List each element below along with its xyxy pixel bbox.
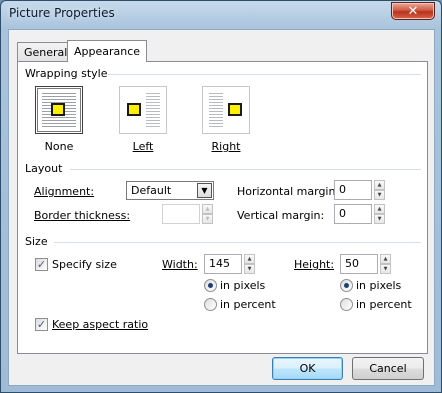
- size-label: Size: [25, 235, 52, 248]
- height-in-percent-label: in percent: [356, 298, 412, 311]
- border-thickness-input[interactable]: [162, 204, 200, 224]
- alignment-label: Alignment:: [34, 185, 95, 198]
- spin-up-icon[interactable]: ▲: [374, 180, 385, 190]
- spin-down-icon[interactable]: ▼: [380, 264, 391, 274]
- spin-up-icon[interactable]: ▲: [244, 254, 255, 264]
- width-input[interactable]: 145: [204, 254, 242, 274]
- alignment-value: Default: [131, 184, 172, 197]
- spin-down-icon[interactable]: ▼: [374, 190, 385, 200]
- height-in-pixels-label: in pixels: [356, 279, 402, 292]
- appearance-panel: Wrapping style None Left Right Layout Al…: [17, 61, 428, 354]
- wrapping-divider: [108, 74, 421, 75]
- wrap-none-label: None: [44, 140, 74, 153]
- wrap-right-label: Right: [211, 140, 241, 153]
- width-in-percent-radio[interactable]: [204, 298, 217, 311]
- vertical-margin-label: Vertical margin:: [237, 209, 325, 222]
- horizontal-margin-input[interactable]: 0: [334, 180, 372, 200]
- wrap-left-button[interactable]: [119, 86, 167, 134]
- horizontal-margin-spinner[interactable]: 0 ▲ ▼: [334, 180, 387, 200]
- tab-general[interactable]: General: [17, 42, 75, 62]
- dialog-client: General Appearance Wrapping style None L…: [8, 29, 435, 386]
- layout-label: Layout: [25, 162, 67, 175]
- chevron-down-icon[interactable]: ▼: [197, 183, 212, 198]
- vertical-margin-spinner[interactable]: 0 ▲ ▼: [334, 204, 387, 224]
- dialog-window: Picture Properties ✕ General Appearance …: [0, 0, 442, 393]
- alignment-select[interactable]: Default ▼: [126, 181, 214, 200]
- spin-down-icon[interactable]: ▼: [244, 264, 255, 274]
- width-spinner[interactable]: 145 ▲ ▼: [204, 254, 257, 274]
- wrap-none-button[interactable]: [35, 86, 83, 134]
- keep-aspect-ratio-checkbox[interactable]: ✓: [35, 318, 48, 331]
- tab-appearance[interactable]: Appearance: [67, 40, 148, 62]
- border-thickness-label: Border thickness:: [34, 209, 131, 222]
- spin-down-icon[interactable]: ▼: [202, 214, 213, 224]
- border-thickness-spinner[interactable]: ▲ ▼: [162, 204, 215, 224]
- window-title: Picture Properties: [9, 6, 115, 20]
- spin-up-icon[interactable]: ▲: [380, 254, 391, 264]
- width-in-pixels-radio[interactable]: [204, 279, 217, 292]
- size-divider: [54, 242, 421, 243]
- ok-button[interactable]: OK: [272, 357, 343, 380]
- vertical-margin-input[interactable]: 0: [334, 204, 372, 224]
- wrap-left-label: Left: [132, 140, 154, 153]
- horizontal-margin-label: Horizontal margin:: [237, 185, 340, 198]
- title-bar[interactable]: Picture Properties ✕: [1, 1, 441, 27]
- spin-up-icon[interactable]: ▲: [202, 204, 213, 214]
- close-icon: ✕: [407, 3, 419, 19]
- layout-divider: [70, 169, 421, 170]
- height-spinner[interactable]: 50 ▲ ▼: [340, 254, 393, 274]
- wrap-right-button[interactable]: [202, 86, 250, 134]
- height-label: Height:: [294, 258, 335, 271]
- cancel-button[interactable]: Cancel: [352, 357, 424, 380]
- height-in-percent-radio[interactable]: [340, 298, 353, 311]
- spin-down-icon[interactable]: ▼: [374, 214, 385, 224]
- close-button[interactable]: ✕: [391, 2, 435, 20]
- width-label: Width:: [162, 258, 198, 271]
- wrap-right-icon: [209, 93, 223, 127]
- width-in-percent-label: in percent: [220, 298, 276, 311]
- wrapping-style-label: Wrapping style: [25, 67, 112, 80]
- height-input[interactable]: 50: [340, 254, 378, 274]
- keep-aspect-ratio-label: Keep aspect ratio: [52, 318, 149, 331]
- wrap-left-icon: [146, 93, 160, 127]
- spin-up-icon[interactable]: ▲: [374, 204, 385, 214]
- width-in-pixels-label: in pixels: [220, 279, 266, 292]
- height-in-pixels-radio[interactable]: [340, 279, 353, 292]
- specify-size-label: Specify size: [52, 258, 117, 271]
- specify-size-checkbox[interactable]: ✓: [35, 258, 48, 271]
